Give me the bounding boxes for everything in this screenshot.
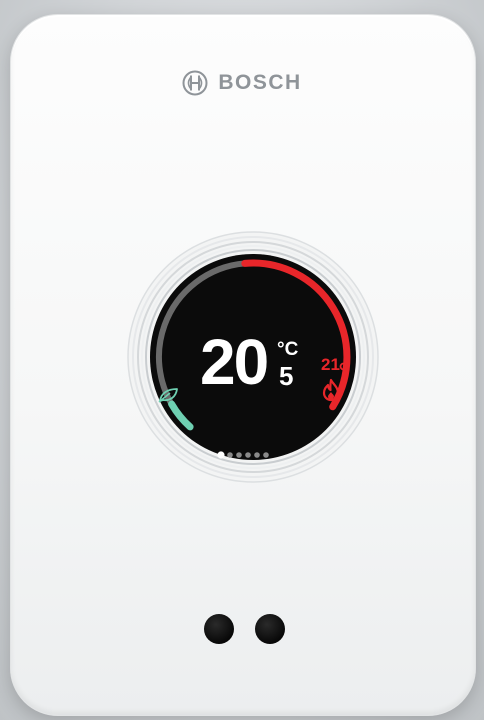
page-dot[interactable] (236, 452, 242, 458)
leaf-icon (158, 388, 178, 403)
page-dot[interactable] (245, 452, 251, 458)
page-dot-active[interactable] (217, 451, 225, 459)
temperature-unit: °C (277, 339, 299, 360)
setpoint-degree-icon (339, 362, 348, 371)
flame-icon (322, 378, 340, 402)
sensor-right (255, 614, 285, 644)
page-dot[interactable] (254, 452, 260, 458)
sensor-left (204, 614, 234, 644)
current-temperature: 20 (200, 326, 269, 398)
page-dot[interactable] (263, 452, 269, 458)
current-temperature-decimal: 5 (279, 361, 294, 391)
setpoint-temperature: 21 (321, 355, 340, 374)
page-dot[interactable] (227, 452, 233, 458)
